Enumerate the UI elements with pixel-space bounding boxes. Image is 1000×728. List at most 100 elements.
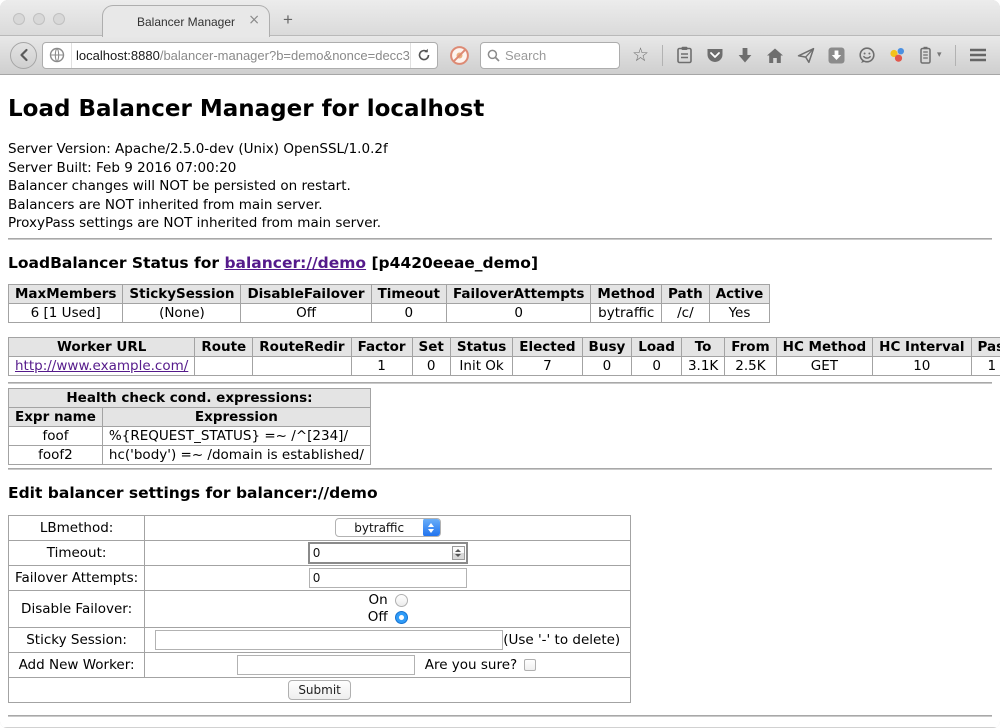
timeout-field xyxy=(145,540,631,565)
add-worker-input[interactable] xyxy=(237,655,415,675)
table-header-row: MaxMembers StickySession DisableFailover… xyxy=(9,284,770,303)
status-heading-suffix: [p4420eeae_demo] xyxy=(366,254,538,272)
cell-expression: hc('body') =~ /domain is established/ xyxy=(102,445,370,464)
search-input[interactable] xyxy=(505,48,605,63)
table-row: 6 [1 Used] (None) Off 0 0 bytraffic /c/ … xyxy=(9,303,770,322)
reload-icon[interactable] xyxy=(417,48,431,62)
health-table-title: Health check cond. expressions: xyxy=(9,388,371,407)
cell-to: 3.1K xyxy=(681,356,724,375)
radio-on-label: On xyxy=(368,592,387,608)
submit-button[interactable]: Submit xyxy=(288,680,351,700)
select-stepper-icon xyxy=(423,518,440,537)
new-tab-button[interactable]: + xyxy=(283,10,293,30)
col-route: Route xyxy=(195,337,253,356)
lbmethod-field: bytraffic xyxy=(145,515,631,540)
cell-hc-interval: 10 xyxy=(873,356,971,375)
home-icon[interactable] xyxy=(766,47,784,64)
back-button[interactable] xyxy=(10,42,37,69)
cell-expression: %{REQUEST_STATUS} =~ /^[234]/ xyxy=(102,426,370,445)
col-path: Path xyxy=(662,284,710,303)
cell-timeout: 0 xyxy=(371,303,446,322)
number-spinner-icon[interactable] xyxy=(452,546,465,560)
zoom-window-button[interactable] xyxy=(53,13,65,25)
col-hc-method: HC Method xyxy=(776,337,873,356)
add-worker-label: Add New Worker: xyxy=(9,652,145,677)
menu-hamburger-icon[interactable] xyxy=(969,48,987,62)
close-window-button[interactable] xyxy=(13,13,25,25)
col-busy: Busy xyxy=(582,337,632,356)
cell-stickysession: (None) xyxy=(123,303,241,322)
downloads-icon[interactable] xyxy=(737,47,753,64)
col-set: Set xyxy=(412,337,450,356)
radio-on[interactable] xyxy=(395,594,408,607)
tab-title: Balancer Manager xyxy=(137,15,235,29)
cell-expr-name: foof xyxy=(9,426,103,445)
cell-hc-method: GET xyxy=(776,356,873,375)
sticky-session-row: Sticky Session: (Use '-' to delete) xyxy=(9,627,631,652)
url-bar[interactable]: localhost:8880/balancer-manager?b=demo&n… xyxy=(42,42,438,69)
divider xyxy=(8,238,992,240)
download-panel-icon[interactable] xyxy=(828,47,845,64)
url-text[interactable]: localhost:8880/balancer-manager?b=demo&n… xyxy=(72,48,410,63)
search-bar[interactable] xyxy=(480,42,620,69)
window-controls xyxy=(13,13,65,25)
table-row: http://www.example.com/ 1 0 Init Ok 7 0 … xyxy=(9,356,1000,375)
battery-clipboard-icon[interactable] xyxy=(919,46,932,64)
timeout-input[interactable] xyxy=(308,542,468,564)
col-factor: Factor xyxy=(351,337,412,356)
cell-routeredir xyxy=(253,356,351,375)
url-host: localhost:8880 xyxy=(76,48,160,63)
col-expression: Expression xyxy=(102,407,370,426)
toolbar-divider xyxy=(662,45,663,66)
col-failoverattempts: FailoverAttempts xyxy=(447,284,591,303)
balancer-demo-link[interactable]: balancer://demo xyxy=(224,254,366,272)
content-blocked-icon[interactable] xyxy=(449,45,470,66)
sticky-session-field: (Use '-' to delete) xyxy=(145,627,631,652)
page-content: Load Balancer Manager for localhost Serv… xyxy=(0,75,1000,727)
table-title-row: Health check cond. expressions: xyxy=(9,388,371,407)
col-active: Active xyxy=(709,284,770,303)
browser-window: Balancer Manager × + localhost:8880/bala… xyxy=(0,0,1000,728)
lbmethod-select[interactable]: bytraffic xyxy=(335,518,441,537)
timeout-label: Timeout: xyxy=(9,540,145,565)
col-to: To xyxy=(681,337,724,356)
server-info: Server Version: Apache/2.5.0-dev (Unix) … xyxy=(8,140,992,233)
failover-attempts-input[interactable] xyxy=(309,568,467,588)
col-load: Load xyxy=(632,337,682,356)
add-worker-row: Add New Worker: Are you sure? xyxy=(9,652,631,677)
cell-expr-name: foof2 xyxy=(9,445,103,464)
toolbar-divider2 xyxy=(955,45,956,66)
worker-url-link[interactable]: http://www.example.com/ xyxy=(15,358,188,374)
disable-failover-label: Disable Failover: xyxy=(9,590,145,627)
are-you-sure-checkbox[interactable] xyxy=(524,659,536,671)
globe-icon[interactable] xyxy=(49,47,65,63)
pocket-icon[interactable] xyxy=(706,47,724,64)
cell-status: Init Ok xyxy=(450,356,512,375)
chevron-down-icon[interactable]: ▾ xyxy=(937,50,942,60)
sticky-session-note: (Use '-' to delete) xyxy=(503,632,620,648)
balancer-status-table: MaxMembers StickySession DisableFailover… xyxy=(8,284,770,323)
col-elected: Elected xyxy=(513,337,582,356)
cell-failoverattempts: 0 xyxy=(447,303,591,322)
col-worker-url: Worker URL xyxy=(9,337,195,356)
tab-balancer-manager[interactable]: Balancer Manager × xyxy=(102,5,270,37)
sticky-session-input[interactable] xyxy=(155,630,503,650)
note-inherit-balancers: Balancers are NOT inherited from main se… xyxy=(8,196,992,215)
tab-close-icon[interactable]: × xyxy=(248,13,260,27)
forum-smiley-icon[interactable] xyxy=(858,47,876,64)
minimize-window-button[interactable] xyxy=(33,13,45,25)
note-inherit-proxypass: ProxyPass settings are NOT inherited fro… xyxy=(8,214,992,233)
cell-factor: 1 xyxy=(351,356,412,375)
toolbar-icons: ☆ xyxy=(632,45,1000,66)
table-row: foof2 hc('body') =~ /domain is establish… xyxy=(9,445,371,464)
bookmark-star-icon[interactable]: ☆ xyxy=(632,46,649,65)
bookmarks-clipboard-icon[interactable] xyxy=(676,46,693,64)
radio-off[interactable] xyxy=(395,611,408,624)
lbmethod-selected-value: bytraffic xyxy=(336,521,423,535)
cell-set: 0 xyxy=(412,356,450,375)
disable-failover-row: Disable Failover: On Off xyxy=(9,590,631,627)
col-routeredir: RouteRedir xyxy=(253,337,351,356)
table-header-row: Worker URL Route RouteRedir Factor Set S… xyxy=(9,337,1000,356)
send-icon[interactable] xyxy=(797,47,815,64)
colordots-extension-icon[interactable] xyxy=(889,47,906,63)
